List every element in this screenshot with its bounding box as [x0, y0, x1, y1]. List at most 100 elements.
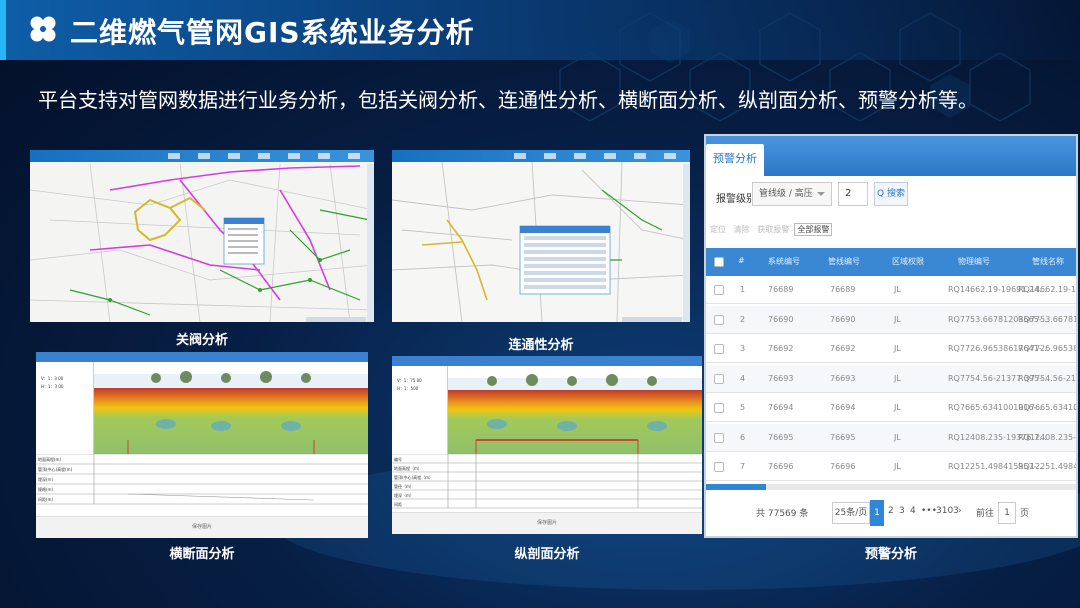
- cross-section-params: V：1：3 00 H：1：3 00: [36, 362, 94, 454]
- cross-section-row: 规格(m): [38, 487, 54, 492]
- connectivity-map-header: [392, 150, 690, 162]
- save-image-button[interactable]: 保存图片: [392, 519, 702, 526]
- scrollbar-thumb[interactable]: [706, 484, 766, 490]
- page-1[interactable]: 1: [870, 500, 884, 526]
- page-subtitle: 平台支持对管网数据进行业务分析，包括关阀分析、连通性分析、横断面分析、纵剖面分析…: [38, 88, 978, 112]
- alarm-level-select[interactable]: 管线级 / 高压: [752, 182, 832, 206]
- table-cell: 76695: [830, 432, 856, 442]
- table-row[interactable]: 1 76689 76689 JL RQ14662.19-19691.24... RQ146…: [706, 276, 1076, 304]
- table-cell: RQ12251.498415957: [1018, 462, 1078, 471]
- page-unit: 页: [1020, 509, 1030, 519]
- column-header: 系统编号: [768, 257, 800, 266]
- profile-row: 间距: [394, 502, 402, 507]
- table-cell: 76696: [768, 462, 794, 471]
- locate-button[interactable]: 定位: [710, 225, 726, 234]
- table-cell: 76693: [830, 373, 856, 383]
- table-cell: 76693: [768, 373, 794, 383]
- cross-section-param: H：1：3 00: [41, 384, 64, 389]
- table-cell: 6: [740, 432, 746, 442]
- profile-row: 地面高程（m）: [394, 466, 422, 471]
- page-last[interactable]: 3103: [936, 506, 959, 516]
- profile-row: 埋深（m）: [394, 493, 414, 498]
- connectivity-analysis-screenshot: [392, 150, 690, 322]
- total-count: 共 77569 条: [756, 509, 809, 519]
- table-cell: 76692: [768, 344, 794, 353]
- profile-row: 编号: [394, 457, 402, 462]
- table-cell: JL: [894, 344, 901, 353]
- row-checkbox[interactable]: [714, 344, 724, 354]
- profile-footer: 保存图片: [392, 512, 702, 534]
- profile-screenshot: V：1：75 00 H：1：500 编号 地面高程（m） 管顶(中心)高程（m）…: [392, 356, 702, 534]
- cross-section-row: 埋深(m): [38, 477, 54, 482]
- page-title: 二维燃气管网GIS系统业务分析: [70, 16, 475, 49]
- profile-row: 管顶(中心)高程（m）: [394, 475, 434, 480]
- profile-param: H：1：500: [397, 386, 419, 391]
- select-all-checkbox[interactable]: [714, 257, 724, 267]
- cross-section-row: 管顶(中心)高程(m): [38, 467, 73, 472]
- column-header: 管线编号: [828, 257, 860, 266]
- table-cell: 76690: [830, 314, 856, 324]
- page-size-select[interactable]: 25条/页: [832, 502, 870, 524]
- page-ellipsis[interactable]: •••: [921, 506, 937, 516]
- get-alarm-button[interactable]: 获取报警: [757, 225, 789, 234]
- cross-section-row: 地面高程(m): [38, 457, 62, 462]
- table-row[interactable]: 7 76696 76696 JL RQ12251.498415957-... RQ1225…: [706, 453, 1076, 481]
- table-cell: 4: [740, 373, 746, 383]
- table-row[interactable]: 4 76693 76693 JL RQ7754.56-21377.395-... RQ77…: [706, 364, 1077, 393]
- tab-warning-analysis[interactable]: 预警分析: [706, 144, 764, 176]
- clear-button[interactable]: 清除: [734, 225, 750, 234]
- table-row[interactable]: 5 76694 76694 JL RQ7665.6341001016-... RQ7665…: [706, 394, 1076, 422]
- cross-section-param: V：1：3 00: [41, 376, 64, 381]
- valve-map-status: [306, 317, 366, 322]
- table-cell: RQ7754.56-21377.39: [1018, 373, 1077, 383]
- save-image-button[interactable]: 保存图片: [36, 523, 368, 530]
- table-cell: JL: [894, 373, 901, 383]
- row-checkbox[interactable]: [714, 432, 724, 443]
- cross-section-row-labels: 地面高程(m) 管顶(中心)高程(m) 埋深(m) 规格(m) 间距(m): [38, 455, 94, 505]
- table-row[interactable]: 3 76692 76692 JL RQ7726.96538617641-... RQ772…: [706, 335, 1076, 363]
- table-cell: JL: [894, 314, 901, 324]
- next-page-icon[interactable]: ›: [958, 506, 962, 516]
- goto-label: 前往: [976, 509, 995, 519]
- profile-row: 管径（m）: [394, 484, 414, 489]
- row-checkbox[interactable]: [714, 403, 724, 413]
- goto-page-input[interactable]: 1: [998, 502, 1016, 524]
- table-cell: JL: [894, 432, 901, 442]
- search-button[interactable]: Q 搜索: [874, 182, 908, 206]
- all-alarms-button[interactable]: 全部报警: [794, 223, 833, 236]
- valve-analysis-screenshot: [30, 150, 374, 322]
- connectivity-map-status: [622, 317, 682, 322]
- table-cell: 76694: [768, 403, 794, 412]
- pagination: 共 77569 条 25条/页 1 2 3 4 ••• 3103 › 前往 1 …: [706, 500, 1076, 526]
- valve-map: [30, 150, 374, 322]
- table-cell: RQ7726.96538617641: [1018, 344, 1078, 353]
- table-cell: JL: [894, 285, 901, 294]
- connectivity-map-sidebar: [683, 164, 690, 322]
- row-checkbox[interactable]: [714, 373, 724, 384]
- table-row[interactable]: 6 76695 76695 JL RQ12408.235-19376.7... RQ124…: [706, 423, 1077, 452]
- warning-toolbar: 定位 清除 获取报警 全部报警: [710, 223, 833, 236]
- profile-params: V：1：75 00 H：1：500: [392, 366, 448, 454]
- profile-row-labels: 编号 地面高程（m） 管顶(中心)高程（m） 管径（m） 埋深（m） 间距: [394, 455, 448, 509]
- alarm-number-input[interactable]: 2: [838, 182, 868, 206]
- row-checkbox[interactable]: [714, 314, 724, 325]
- table-cell: RQ12408.235-19376: [1018, 432, 1077, 442]
- table-row[interactable]: 2 76690 76690 JL RQ7753.66781203565-... RQ775…: [706, 305, 1076, 334]
- title-accent: [0, 0, 6, 60]
- table-cell: 2: [740, 314, 746, 324]
- horizontal-scrollbar[interactable]: [706, 484, 1076, 490]
- row-checkbox[interactable]: [714, 285, 724, 295]
- table-cell: 3: [740, 344, 746, 353]
- page-4[interactable]: 4: [910, 506, 916, 516]
- table-cell: 76695: [768, 432, 794, 442]
- caption-profile: 纵剖面分析: [514, 547, 580, 562]
- table-cell: RQ14662.19-19691.24: [1018, 285, 1077, 294]
- warning-analysis-panel: 预警分析 报警级别： 管线级 / 高压 2 Q 搜索 定位 清除 获取报警 全部…: [704, 134, 1078, 538]
- title-bar: 二维燃气管网GIS系统业务分析: [0, 0, 1080, 60]
- table-cell: RQ7665.6341001016: [1018, 403, 1078, 412]
- row-checkbox[interactable]: [714, 462, 724, 472]
- table-cell: 76692: [830, 344, 856, 353]
- page-2[interactable]: 2: [888, 506, 894, 516]
- page-3[interactable]: 3: [899, 506, 905, 516]
- valve-map-header: [30, 150, 374, 162]
